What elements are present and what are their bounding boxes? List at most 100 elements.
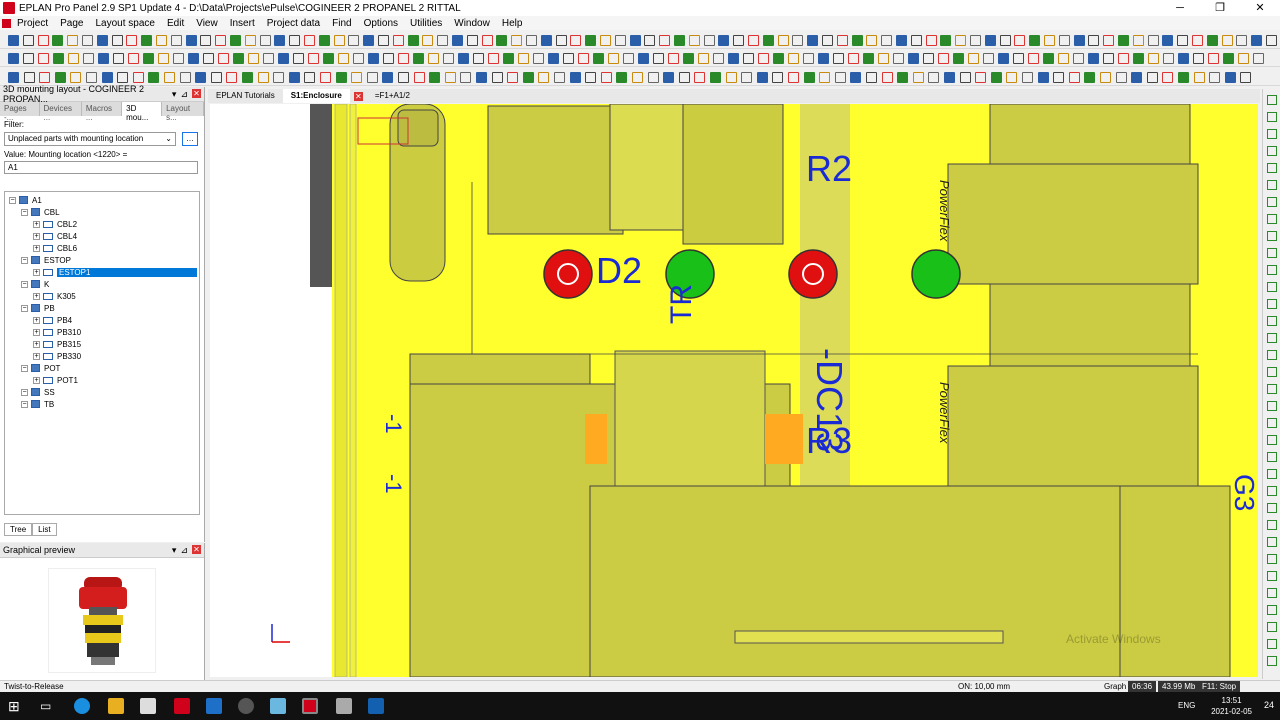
toolbar1-tool-icon[interactable] (585, 35, 597, 46)
toolbar1-tool-icon[interactable] (1221, 35, 1233, 46)
toolbar2-tool-icon[interactable] (323, 53, 334, 64)
toolbar2-tool-icon[interactable] (953, 53, 964, 64)
menu-project[interactable]: Project (11, 18, 54, 29)
toolbar3-tool-icon[interactable] (538, 72, 550, 83)
tab-tree[interactable]: Tree (4, 523, 33, 536)
toolbar2-tool-icon[interactable] (263, 53, 274, 64)
toolbar2-tool-icon[interactable] (1013, 53, 1024, 64)
toolbar2-tool-icon[interactable] (938, 53, 949, 64)
toolbar1-tool-icon[interactable] (792, 35, 804, 46)
toolbar1-tool-icon[interactable] (170, 35, 182, 46)
toolbar2-tool-icon[interactable] (98, 53, 109, 64)
toolbar2-tool-icon[interactable] (863, 53, 874, 64)
toolbar1-tool-icon[interactable] (67, 35, 79, 46)
doc-tab-enclosure[interactable]: S1:Enclosure (282, 89, 350, 103)
toolbar1-tool-icon[interactable] (392, 35, 404, 46)
toolbar3-tool-icon[interactable] (788, 72, 799, 83)
side-tool-icon[interactable] (1267, 588, 1277, 598)
tree-node[interactable]: + K305 (33, 290, 76, 302)
tab-layout-space[interactable]: Layout s... (162, 102, 204, 122)
toolbar2-tool-icon[interactable] (398, 53, 409, 64)
toolbar3-tool-icon[interactable] (23, 72, 35, 83)
tree-expander-icon[interactable]: + (33, 244, 40, 252)
filter-more-button[interactable]: … (182, 132, 198, 146)
toolbar1-tool-icon[interactable] (422, 35, 434, 46)
toolbar2-tool-icon[interactable] (1043, 53, 1054, 64)
outlook-icon[interactable] (368, 698, 384, 714)
side-tool-icon[interactable] (1267, 401, 1277, 411)
toolbar2-tool-icon[interactable] (113, 53, 124, 64)
toolbar3-tool-icon[interactable] (288, 72, 300, 83)
toolbar3-tool-icon[interactable] (382, 72, 394, 83)
toolbar2-tool-icon[interactable] (188, 53, 199, 64)
app-menu-icon[interactable] (2, 18, 11, 28)
toolbar2-tool-icon[interactable] (998, 53, 1009, 64)
preview-dropdown-icon[interactable]: ▾ (172, 545, 177, 556)
side-tool-icon[interactable] (1267, 418, 1277, 428)
toolbar2-tool-icon[interactable] (623, 53, 634, 64)
toolbar2-tool-icon[interactable] (818, 53, 829, 64)
toolbar2-tool-icon[interactable] (1118, 53, 1129, 64)
file-explorer-icon[interactable] (108, 698, 124, 714)
toolbar3-tool-icon[interactable] (398, 72, 409, 83)
toolbar3-tool-icon[interactable] (429, 72, 441, 83)
tree-expander-icon[interactable]: − (21, 280, 28, 288)
toolbar1-tool-icon[interactable] (748, 35, 759, 46)
toolbar3-tool-icon[interactable] (132, 72, 144, 83)
tree-expander-icon[interactable]: + (33, 352, 40, 360)
toolbar2-tool-icon[interactable] (353, 53, 364, 64)
toolbar2-tool-icon[interactable] (758, 53, 769, 64)
side-tool-icon[interactable] (1267, 197, 1277, 207)
toolbar1-tool-icon[interactable] (866, 35, 878, 46)
toolbar1-tool-icon[interactable] (200, 35, 212, 46)
toolbar3-tool-icon[interactable] (257, 72, 269, 83)
toolbar3-tool-icon[interactable] (1115, 72, 1127, 83)
toolbar3-tool-icon[interactable] (491, 72, 503, 83)
toolbar1-tool-icon[interactable] (22, 35, 34, 46)
toolbar3-tool-icon[interactable] (632, 72, 643, 83)
tree-node[interactable]: − K (21, 278, 49, 290)
toolbar1-tool-icon[interactable] (925, 35, 937, 46)
toolbar3-tool-icon[interactable] (819, 72, 831, 83)
toolbar1-tool-icon[interactable] (1266, 35, 1277, 46)
tree-node[interactable]: + PB315 (33, 338, 81, 350)
store-icon[interactable] (140, 698, 156, 714)
toolbar1-tool-icon[interactable] (674, 35, 685, 46)
toolbar3-tool-icon[interactable] (1084, 72, 1096, 83)
side-tool-icon[interactable] (1267, 452, 1277, 462)
tree-node[interactable]: − A1 (9, 194, 42, 206)
toolbar2-tool-icon[interactable] (218, 53, 229, 64)
toolbar1-tool-icon[interactable] (111, 35, 123, 46)
toolbar3-tool-icon[interactable] (226, 72, 238, 83)
toolbar3-tool-icon[interactable] (912, 72, 924, 83)
toolbar1-tool-icon[interactable] (466, 35, 478, 46)
tree-node[interactable]: + CBL2 (33, 218, 77, 230)
toolbar1-tool-icon[interactable] (659, 35, 671, 46)
toolbar2-tool-icon[interactable] (638, 53, 649, 64)
toolbar2-tool-icon[interactable] (128, 53, 139, 64)
toolbar2-tool-icon[interactable] (1028, 53, 1039, 64)
toolbar2-tool-icon[interactable] (668, 53, 679, 64)
toolbar2-tool-icon[interactable] (203, 53, 214, 64)
toolbar2-tool-icon[interactable] (368, 53, 379, 64)
toolbar1-tool-icon[interactable] (126, 35, 138, 46)
toolbar1-tool-icon[interactable] (333, 35, 345, 46)
toolbar2-tool-icon[interactable] (533, 53, 544, 64)
toolbar1-tool-icon[interactable] (215, 35, 227, 46)
tree-expander-icon[interactable]: + (33, 376, 40, 384)
toolbar1-tool-icon[interactable] (614, 35, 626, 46)
side-tool-icon[interactable] (1267, 112, 1277, 122)
preview-close-icon[interactable]: ✕ (192, 544, 201, 554)
toolbar1-tool-icon[interactable] (777, 35, 789, 46)
tab-3d-mounting[interactable]: 3D mou... (122, 102, 163, 122)
toolbar1-tool-icon[interactable] (496, 35, 508, 46)
toolbar3-tool-icon[interactable] (148, 72, 160, 83)
toolbar2-tool-icon[interactable] (248, 53, 259, 64)
toolbar2-tool-icon[interactable] (773, 53, 784, 64)
restore-icon[interactable]: ❐ (1200, 0, 1240, 16)
toolbar3-tool-icon[interactable] (585, 72, 597, 83)
toolbar2-tool-icon[interactable] (488, 53, 499, 64)
toolbar3-tool-icon[interactable] (1178, 72, 1189, 83)
value-input[interactable]: A1 (4, 161, 198, 174)
toolbar2-tool-icon[interactable] (143, 53, 154, 64)
